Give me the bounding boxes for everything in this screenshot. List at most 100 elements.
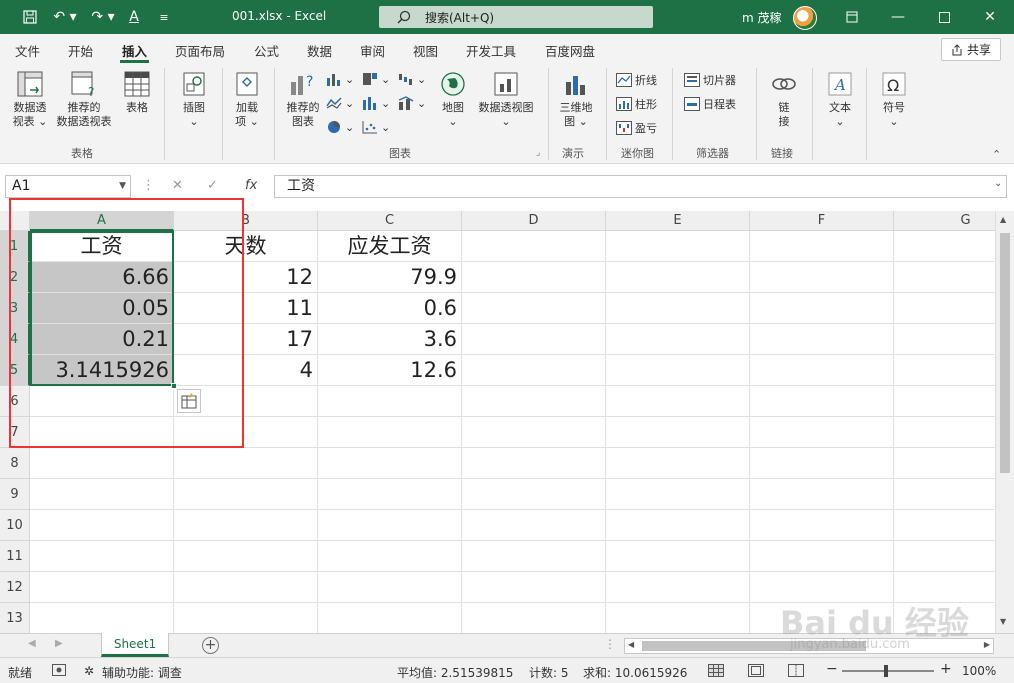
formula-input[interactable]: 工资 (274, 175, 1007, 198)
grid-cell[interactable] (30, 386, 174, 417)
grid-cell[interactable] (462, 324, 606, 355)
scroll-down-icon[interactable]: ▼ (1000, 617, 1006, 626)
macro-record-icon[interactable] (52, 664, 66, 679)
grid-cell[interactable] (894, 572, 995, 603)
grid-cell[interactable] (750, 448, 894, 479)
tab-formulas[interactable]: 公式 (254, 41, 279, 60)
row-header-8[interactable]: 8 (0, 448, 30, 479)
grid-cell[interactable] (606, 510, 750, 541)
grid-cell[interactable] (30, 448, 174, 479)
tab-developer[interactable]: 开发工具 (466, 41, 516, 60)
redo-icon[interactable]: ↷ ▾ (88, 7, 118, 27)
column-header-d[interactable]: D (462, 211, 606, 231)
hierarchy-chart-button[interactable]: ⌄ (362, 72, 390, 86)
normal-view-icon[interactable] (708, 664, 724, 680)
3d-map-button[interactable]: 三维地图 ⌄ (555, 70, 597, 129)
cancel-icon[interactable]: ✕ (172, 178, 183, 193)
text-button[interactable]: A 文本 ⌄ (822, 70, 858, 129)
grid-cell[interactable] (606, 572, 750, 603)
vertical-scrollbar[interactable]: ▲ ▼ (995, 211, 1014, 633)
cell-c1[interactable]: 应发工资 (318, 231, 462, 262)
grid-cell[interactable] (462, 386, 606, 417)
grid-cell[interactable] (318, 541, 462, 572)
add-sheet-button[interactable]: + (202, 637, 219, 654)
grid-cell[interactable] (606, 603, 750, 633)
zoom-slider-knob[interactable] (884, 665, 888, 677)
column-header-a[interactable]: A (30, 211, 174, 231)
sparkline-line-button[interactable]: 折线 (616, 72, 657, 88)
timeline-button[interactable]: 日程表 (684, 96, 736, 112)
cell-b2[interactable]: 12 (174, 262, 318, 293)
row-header-2[interactable]: 2 (0, 262, 30, 293)
grid-cell[interactable] (462, 417, 606, 448)
grid-cell[interactable] (462, 293, 606, 324)
tab-home[interactable]: 开始 (68, 41, 93, 60)
cell-b3[interactable]: 11 (174, 293, 318, 324)
grid-cell[interactable] (606, 479, 750, 510)
grid-cell[interactable] (462, 448, 606, 479)
grid-cell[interactable] (894, 417, 995, 448)
map-chart-button[interactable]: 地图 ⌄ (434, 70, 472, 129)
close-icon[interactable]: ✕ (978, 5, 1002, 29)
prev-sheet-icon[interactable]: ◀ (28, 638, 36, 649)
search-input[interactable]: 搜索(Alt+Q) (379, 6, 653, 28)
grid-cell[interactable] (606, 417, 750, 448)
stat-chart-button[interactable]: ⌄ (362, 96, 390, 110)
grid-cell[interactable] (30, 572, 174, 603)
sheet-tab-sheet1[interactable]: Sheet1 (101, 633, 169, 657)
grid-cell[interactable] (750, 386, 894, 417)
grid-cell[interactable] (894, 479, 995, 510)
customize-toolbar-icon[interactable]: ≡ (156, 7, 172, 27)
tab-split-handle[interactable]: ⋮ (604, 637, 616, 651)
grid-cell[interactable] (750, 479, 894, 510)
column-header-g[interactable]: G (894, 211, 995, 231)
grid-cell[interactable] (750, 572, 894, 603)
grid-cell[interactable] (894, 603, 995, 633)
recommended-pivot-button[interactable]: ? 推荐的 数据透视表 (52, 70, 116, 129)
tab-review[interactable]: 审阅 (360, 41, 385, 60)
line-chart-button[interactable]: ⌄ (326, 96, 354, 110)
grid-cell[interactable] (174, 479, 318, 510)
tab-view[interactable]: 视图 (413, 41, 438, 60)
save-icon[interactable] (20, 7, 40, 27)
tab-data[interactable]: 数据 (307, 41, 332, 60)
status-average[interactable]: 平均值: 2.51539815 (397, 664, 513, 681)
grid-cell[interactable] (894, 262, 995, 293)
scatter-chart-button[interactable]: ⌄ (362, 120, 390, 134)
scroll-up-icon[interactable]: ▲ (1000, 215, 1006, 224)
grid-cell[interactable] (462, 603, 606, 633)
row-header-4[interactable]: 4 (0, 324, 30, 355)
page-layout-view-icon[interactable] (748, 664, 764, 680)
grid-cell[interactable] (894, 448, 995, 479)
sparkline-winloss-button[interactable]: 盈亏 (616, 120, 657, 136)
minimize-icon[interactable]: — (886, 5, 910, 29)
grid-cell[interactable] (30, 541, 174, 572)
chevron-down-icon[interactable]: ▼ (119, 176, 126, 197)
grid-cell[interactable] (894, 355, 995, 386)
zoom-in-icon[interactable]: + (940, 661, 952, 677)
grid-cell[interactable] (750, 510, 894, 541)
recommended-charts-button[interactable]: ? 推荐的 图表 (280, 70, 326, 129)
quick-analysis-icon[interactable] (177, 389, 201, 413)
column-header-b[interactable]: B (174, 211, 318, 231)
grid-cell[interactable] (462, 262, 606, 293)
grid-cell[interactable] (174, 448, 318, 479)
grid-cell[interactable] (750, 231, 894, 262)
horizontal-scroll-thumb[interactable] (642, 641, 866, 651)
grid-cell[interactable] (894, 231, 995, 262)
charts-dialog-launcher[interactable]: ⌟ (536, 148, 540, 158)
accessibility-status[interactable]: 辅助功能: 调查 (102, 664, 182, 681)
grid-cell[interactable] (174, 510, 318, 541)
cell-a5[interactable]: 3.1415926 (30, 355, 174, 386)
user-name[interactable]: m 茂稼 (742, 9, 782, 26)
grid-cell[interactable] (750, 324, 894, 355)
cell-b5[interactable]: 4 (174, 355, 318, 386)
grid-cell[interactable] (894, 386, 995, 417)
addins-button[interactable]: 加载项 ⌄ (228, 70, 266, 129)
grid-cell[interactable] (462, 541, 606, 572)
vertical-scroll-thumb[interactable] (1000, 233, 1010, 473)
grid-cell[interactable] (750, 355, 894, 386)
select-all-corner[interactable] (0, 211, 30, 231)
grid-cell[interactable] (894, 324, 995, 355)
tab-page-layout[interactable]: 页面布局 (175, 41, 225, 60)
